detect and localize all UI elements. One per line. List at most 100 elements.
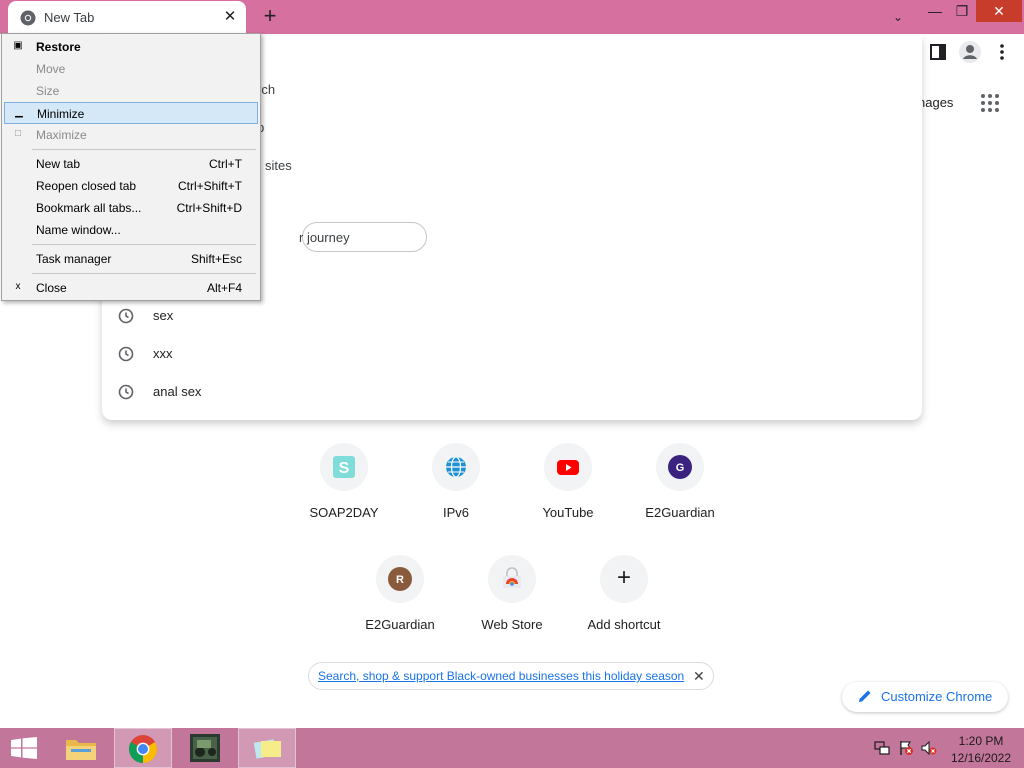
webstore-icon — [503, 567, 521, 588]
window-close-button[interactable]: ✕ — [976, 0, 1022, 22]
shortcut-icon-bg: S — [320, 443, 368, 491]
menu-item-name-window[interactable]: Name window... — [4, 219, 258, 241]
history-suggestion[interactable]: anal sex — [102, 374, 922, 412]
history-suggestion[interactable]: sex — [102, 298, 922, 336]
menu-item-minimize[interactable]: ▁ Minimize — [4, 102, 258, 124]
shortcut-icon-bg: + — [600, 555, 648, 603]
side-panel-icon[interactable] — [926, 40, 950, 64]
history-suggestion-text: xxx — [153, 346, 173, 361]
close-icon: x — [15, 281, 21, 292]
customize-chrome-label: Customize Chrome — [881, 689, 993, 704]
promo-link[interactable]: Search, shop & support Black-owned busin… — [318, 669, 684, 683]
menu-separator — [32, 273, 256, 274]
youtube-icon — [557, 460, 579, 475]
window-system-menu: ▣ Restore Move Size ▁ Minimize □ Maximiz… — [1, 33, 261, 301]
menu-item-task-manager[interactable]: Task manager Shift+Esc — [4, 248, 258, 270]
plus-icon: + — [616, 564, 631, 591]
window-restore-button[interactable]: ❐ — [949, 0, 975, 22]
shortcut-tile[interactable]: IPv6 — [400, 443, 512, 555]
volume-muted-icon[interactable] — [921, 740, 937, 756]
letter-avatar-icon: R — [388, 567, 412, 591]
shortcut-icon-bg: G — [656, 443, 704, 491]
menu-item-restore[interactable]: ▣ Restore — [4, 36, 258, 58]
new-tab-button[interactable]: + — [258, 5, 282, 29]
shortcut-tile[interactable]: YouTube — [512, 443, 624, 555]
shortcut-tile[interactable]: R E2Guardian — [344, 555, 456, 667]
shortcut-icon-bg — [544, 443, 592, 491]
photo-app-icon — [190, 734, 220, 762]
folder-icon — [66, 740, 96, 760]
svg-text:S: S — [339, 460, 350, 477]
shortcut-tile[interactable]: S SOAP2DAY — [288, 443, 400, 555]
taskbar-sticky-notes[interactable] — [238, 728, 296, 768]
shortcut-label: IPv6 — [442, 505, 469, 520]
menu-item-label: Maximize — [36, 128, 87, 142]
menu-item-label: Move — [36, 62, 66, 76]
menu-item-shortcut: Ctrl+T — [209, 157, 242, 171]
windows-logo-icon — [11, 737, 37, 759]
start-button[interactable] — [0, 728, 48, 768]
menu-item-label: Size — [36, 84, 60, 98]
menu-item-label: Bookmark all tabs... — [36, 201, 142, 215]
promo-banner: Search, shop & support Black-owned busin… — [308, 662, 714, 690]
shortcut-icon-bg — [488, 555, 536, 603]
menu-item-reopen-closed-tab[interactable]: Reopen closed tab Ctrl+Shift+T — [4, 175, 258, 197]
history-suggestion-text: sex — [153, 308, 174, 323]
menu-item-label: Restore — [36, 40, 81, 54]
taskbar — [0, 728, 1024, 768]
shortcut-icon-bg — [432, 443, 480, 491]
letter-avatar-icon: G — [668, 455, 692, 479]
menu-item-label: New tab — [36, 157, 81, 171]
images-link[interactable]: nages — [918, 95, 953, 110]
network-icon[interactable] — [874, 740, 890, 756]
clock-icon — [118, 384, 134, 400]
menu-item-shortcut: Ctrl+Shift+D — [176, 201, 242, 215]
menu-item-shortcut: Ctrl+Shift+T — [177, 179, 242, 193]
taskbar-file-explorer[interactable] — [52, 728, 110, 768]
globe-icon — [446, 456, 466, 478]
menu-item-bookmark-all-tabs[interactable]: Bookmark all tabs... Ctrl+Shift+D — [4, 197, 258, 219]
journey-chip-label: r journey — [299, 230, 350, 245]
clock-icon — [118, 308, 134, 324]
shortcut-tile[interactable]: G E2Guardian — [624, 443, 736, 555]
menu-item-label: Minimize — [37, 107, 85, 121]
customize-chrome-button[interactable]: Customize Chrome — [842, 682, 1008, 712]
sticky-notes-icon — [253, 739, 281, 759]
svg-text:G: G — [676, 462, 685, 474]
shortcut-tile[interactable]: Web Store — [456, 555, 568, 667]
menu-separator — [32, 244, 256, 245]
menu-item-new-tab[interactable]: New tab Ctrl+T — [4, 153, 258, 175]
soap2day-icon: S — [333, 456, 355, 478]
chrome-menu-icon[interactable] — [990, 40, 1014, 64]
window-minimize-button[interactable]: — — [922, 0, 948, 22]
google-apps-icon[interactable] — [980, 93, 1000, 113]
restore-icon: ▣ — [13, 40, 23, 51]
chrome-icon — [129, 735, 157, 763]
tab-search-icon[interactable]: ⌄ — [886, 7, 910, 27]
action-center-flag-icon[interactable] — [898, 740, 914, 756]
journey-chip[interactable]: r journey — [299, 222, 427, 252]
tab-new-tab[interactable]: New Tab ✕ — [8, 1, 246, 34]
profile-avatar-icon[interactable] — [958, 40, 982, 64]
svg-text:R: R — [396, 574, 404, 586]
add-shortcut-tile[interactable]: + Add shortcut — [568, 555, 680, 667]
taskbar-photo-app[interactable] — [176, 728, 234, 768]
menu-item-move[interactable]: Move — [4, 58, 258, 80]
menu-item-label: Close — [36, 281, 67, 295]
taskbar-chrome[interactable] — [114, 728, 172, 768]
menu-item-maximize[interactable]: □ Maximize — [4, 124, 258, 146]
history-suggestion[interactable]: xxx — [102, 336, 922, 374]
clock-icon — [118, 346, 134, 362]
menu-item-size[interactable]: Size — [4, 80, 258, 102]
history-suggestion-text: anal sex — [153, 384, 202, 399]
menu-item-shortcut: Alt+F4 — [206, 281, 242, 295]
taskbar-clock-date[interactable]: 12/16/2022 — [949, 751, 1013, 765]
menu-item-label: Reopen closed tab — [36, 179, 137, 193]
menu-item-shortcut: Shift+Esc — [190, 252, 242, 266]
omnibox-suggestion-fragment[interactable]: sites — [265, 158, 292, 173]
taskbar-clock-time[interactable]: 1:20 PM — [955, 734, 1007, 748]
menu-item-close[interactable]: x Close Alt+F4 — [4, 277, 258, 299]
promo-close-icon[interactable]: ✕ — [693, 668, 705, 685]
tab-title: New Tab — [44, 10, 95, 25]
tab-close-icon[interactable]: ✕ — [220, 7, 240, 27]
